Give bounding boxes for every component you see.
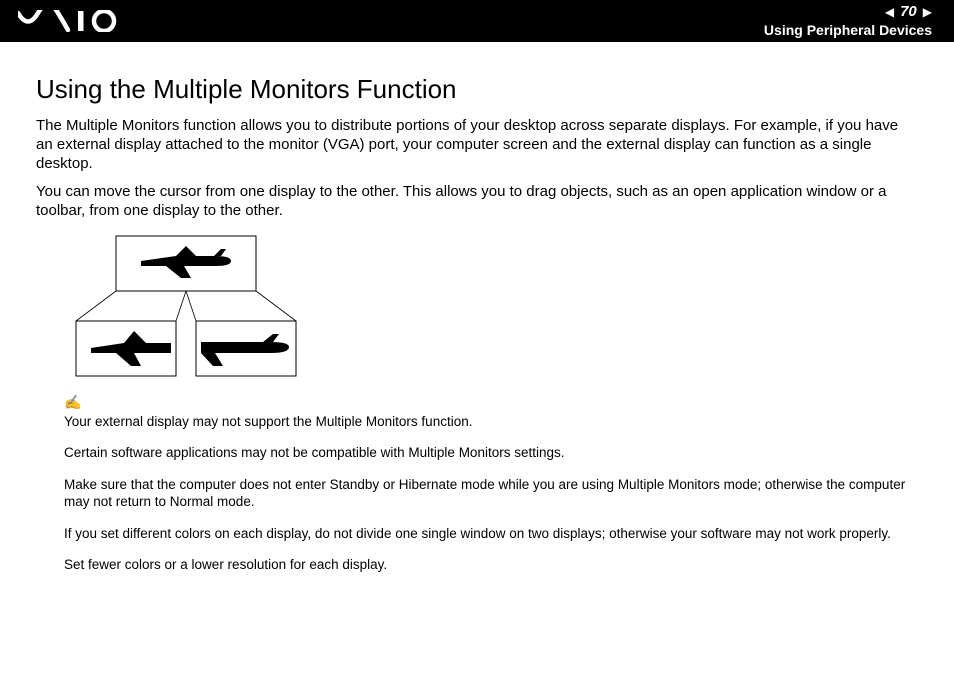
paragraph-1: The Multiple Monitors function allows yo… <box>36 117 918 173</box>
note-4: If you set different colors on each disp… <box>64 525 918 543</box>
note-3: Make sure that the computer does not ent… <box>64 476 918 511</box>
note-2: Certain software applications may not be… <box>64 444 918 462</box>
paragraph-2: You can move the cursor from one display… <box>36 183 918 221</box>
page-content: Using the Multiple Monitors Function The… <box>0 42 954 574</box>
page-header: ◀ 70 ▶ Using Peripheral Devices <box>0 0 954 42</box>
page-nav: ◀ 70 ▶ Using Peripheral Devices <box>764 4 932 38</box>
note-5: Set fewer colors or a lower resolution f… <box>64 556 918 574</box>
note-icon: ✍ <box>64 394 918 411</box>
next-page-arrow[interactable]: ▶ <box>923 6 932 19</box>
multiple-monitors-diagram <box>66 231 918 386</box>
section-title: Using Peripheral Devices <box>764 23 932 38</box>
vaio-logo <box>18 10 128 32</box>
prev-page-arrow[interactable]: ◀ <box>885 6 894 19</box>
page-number: 70 <box>898 4 919 21</box>
page-heading: Using the Multiple Monitors Function <box>36 74 918 105</box>
note-1: Your external display may not support th… <box>64 413 918 431</box>
